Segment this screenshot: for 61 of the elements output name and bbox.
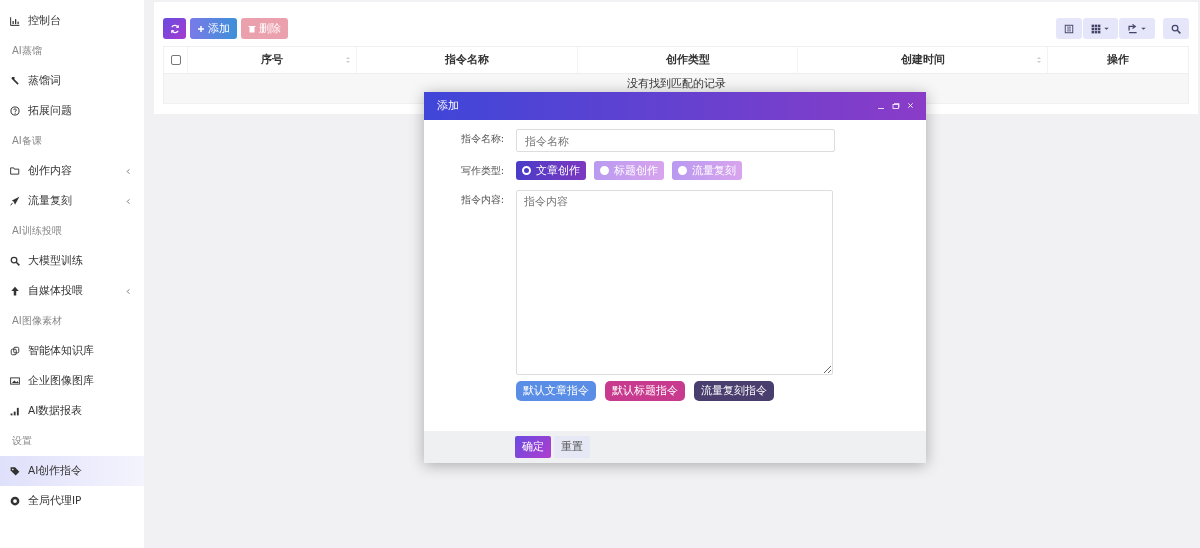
refresh-button[interactable]: [163, 18, 186, 39]
sidebar-item[interactable]: AI数据报表: [0, 396, 144, 426]
preset-button[interactable]: 流量复刻指令: [694, 381, 774, 401]
sidebar-item[interactable]: 大模型训练: [0, 246, 144, 276]
select-all-checkbox[interactable]: [170, 55, 181, 65]
plus-icon: [197, 24, 205, 33]
sidebar-item[interactable]: 控制台: [0, 6, 144, 36]
column-header[interactable]: 序号: [187, 47, 356, 73]
tag-icon: [10, 466, 20, 476]
refresh-icon: [169, 23, 180, 34]
arrow-up-icon: [10, 286, 20, 296]
maximize-icon: [892, 102, 900, 110]
copy-icon: [10, 346, 20, 356]
image-icon: [10, 376, 20, 386]
name-field[interactable]: 指令名称: [516, 129, 835, 152]
signal-icon: [10, 406, 20, 416]
search-icon: [10, 256, 20, 266]
sidebar-item[interactable]: 智能体知识库: [0, 336, 144, 366]
preset-button[interactable]: 默认标题指令: [605, 381, 685, 401]
sidebar-item[interactable]: 创作内容: [0, 156, 144, 186]
content-field[interactable]: 指令内容: [516, 190, 833, 375]
grid-icon: [1091, 23, 1101, 34]
add-button[interactable]: 添加: [190, 18, 237, 39]
search-button[interactable]: [1163, 18, 1189, 39]
column-header[interactable]: 指令名称: [356, 47, 577, 73]
sidebar-item[interactable]: 企业图像图库: [0, 366, 144, 396]
folder-icon: [10, 166, 20, 176]
rocket-icon: [10, 196, 20, 206]
section-header: AI训练投喂: [11, 224, 63, 238]
field-label: 写作类型:: [459, 164, 505, 178]
sidebar-item[interactable]: AI创作指令: [0, 456, 144, 486]
close-icon: [907, 102, 914, 109]
section-header: AI图像素材: [11, 314, 63, 328]
sidebar-item[interactable]: 拓展问题: [0, 96, 144, 126]
export-button[interactable]: [1119, 18, 1155, 39]
maximize-button[interactable]: [890, 100, 902, 112]
column-header[interactable]: 操作: [1047, 47, 1188, 73]
field-label: 指令名称:: [459, 132, 505, 146]
caret-icon: [1103, 25, 1110, 32]
section-header: AI蒸馏: [11, 44, 43, 58]
toggle-view-button[interactable]: [1056, 18, 1082, 39]
sidebar-item[interactable]: 自媒体投喂: [0, 276, 144, 306]
chart-icon: [10, 16, 20, 26]
export-icon: [1127, 23, 1138, 34]
sidebar-item[interactable]: 流量复刻: [0, 186, 144, 216]
confirm-button[interactable]: 确定: [515, 436, 551, 458]
caret-icon: [1140, 25, 1147, 32]
columns-button[interactable]: [1083, 18, 1118, 39]
column-header[interactable]: 创建时间: [797, 47, 1047, 73]
section-header: 设置: [11, 434, 33, 448]
radio-option[interactable]: 文章创作: [516, 161, 586, 180]
field-label: 指令内容:: [459, 193, 505, 207]
sidebar-item[interactable]: 蒸馏词: [0, 66, 144, 96]
reset-button[interactable]: 重置: [554, 436, 590, 458]
trash-icon: [248, 24, 256, 33]
sidebar-item[interactable]: 全局代理IP: [0, 486, 144, 516]
search-icon: [1171, 23, 1181, 34]
column-header[interactable]: 创作类型: [577, 47, 797, 73]
question-icon: [10, 106, 20, 116]
section-header: AI备课: [11, 134, 43, 148]
list-icon: [1064, 23, 1074, 34]
